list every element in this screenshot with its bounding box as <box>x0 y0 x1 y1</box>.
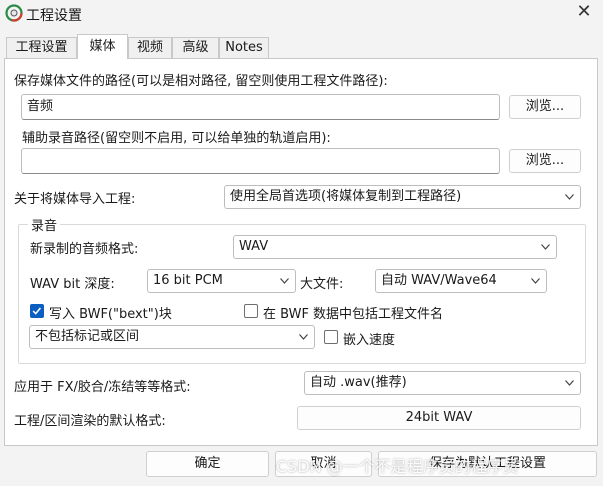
fx-format-label: 应用于 FX/胶合/冻结等等格式: <box>14 380 191 395</box>
import-select[interactable]: 使用全局首选项(将媒体复制到工程路径) <box>224 185 581 209</box>
large-file-label: 大文件: <box>300 277 344 292</box>
chevron-down-icon <box>299 334 308 340</box>
watermark: CSDN @一个不是程序员的程序员 <box>276 457 519 476</box>
ok-button[interactable]: 确定 <box>146 451 269 477</box>
chevron-down-icon <box>565 194 574 200</box>
bwf-label: 写入 BWF("bext")块 <box>49 307 172 322</box>
tab-media[interactable]: 媒体 <box>77 34 128 59</box>
render-format-label: 工程/区间渲染的默认格式: <box>14 414 166 429</box>
tab-advanced[interactable]: 高级 <box>172 37 219 58</box>
media-path-label: 保存媒体文件的路径(可以是相对路径, 留空则使用工程文件路径): <box>14 74 388 89</box>
chevron-down-icon <box>541 244 550 250</box>
bwf-checkbox[interactable] <box>30 304 44 318</box>
reaper-logo-icon <box>5 4 23 22</box>
secondary-path-browse-button[interactable]: 浏览... <box>509 149 581 173</box>
record-format-select[interactable]: WAV <box>233 235 557 259</box>
media-path-browse-button[interactable]: 浏览... <box>509 95 581 119</box>
fx-format-select[interactable]: 自动 .wav(推荐) <box>304 371 581 395</box>
checkmark-icon <box>32 307 42 315</box>
chevron-down-icon <box>565 380 574 386</box>
close-icon[interactable]: ✕ <box>574 2 594 22</box>
tab-project-settings[interactable]: 工程设置 <box>6 37 77 58</box>
import-select-value: 使用全局首选项(将媒体复制到工程路径) <box>230 189 462 204</box>
bwf-include-project-name-label: 在 BWF 数据中包括工程文件名 <box>263 307 444 322</box>
embed-tempo-checkbox[interactable] <box>324 330 338 344</box>
secondary-path-label: 辅助录音路径(留空则不启用, 可以给单独的轨道启用): <box>22 131 331 146</box>
large-file-value: 自动 WAV/Wave64 <box>381 273 497 288</box>
wav-bitdepth-value: 16 bit PCM <box>153 273 223 288</box>
markers-select[interactable]: 不包括标记或区间 <box>29 325 315 349</box>
render-format-button[interactable]: 24bit WAV <box>297 406 581 430</box>
bwf-include-project-name-checkbox[interactable] <box>244 304 258 318</box>
secondary-path-input[interactable] <box>21 148 500 174</box>
embed-tempo-label: 嵌入速度 <box>343 333 396 348</box>
import-label: 关于将媒体导入工程: <box>14 192 136 207</box>
chevron-down-icon <box>280 278 289 284</box>
record-format-label: 新录制的音频格式: <box>30 242 139 257</box>
tab-video[interactable]: 视频 <box>128 37 172 58</box>
record-format-value: WAV <box>239 239 269 254</box>
recording-group-title: 录音 <box>28 215 61 234</box>
title-bar <box>0 0 603 30</box>
media-path-input[interactable]: 音频 <box>21 94 500 120</box>
window-title: 工程设置 <box>26 8 82 24</box>
wav-bitdepth-select[interactable]: 16 bit PCM <box>147 269 296 293</box>
fx-format-value: 自动 .wav(推荐) <box>310 375 407 390</box>
markers-select-value: 不包括标记或区间 <box>35 329 140 344</box>
large-file-select[interactable]: 自动 WAV/Wave64 <box>375 269 547 293</box>
tab-notes[interactable]: Notes <box>219 37 269 58</box>
chevron-down-icon <box>531 278 540 284</box>
wav-bitdepth-label: WAV bit 深度: <box>30 277 115 292</box>
